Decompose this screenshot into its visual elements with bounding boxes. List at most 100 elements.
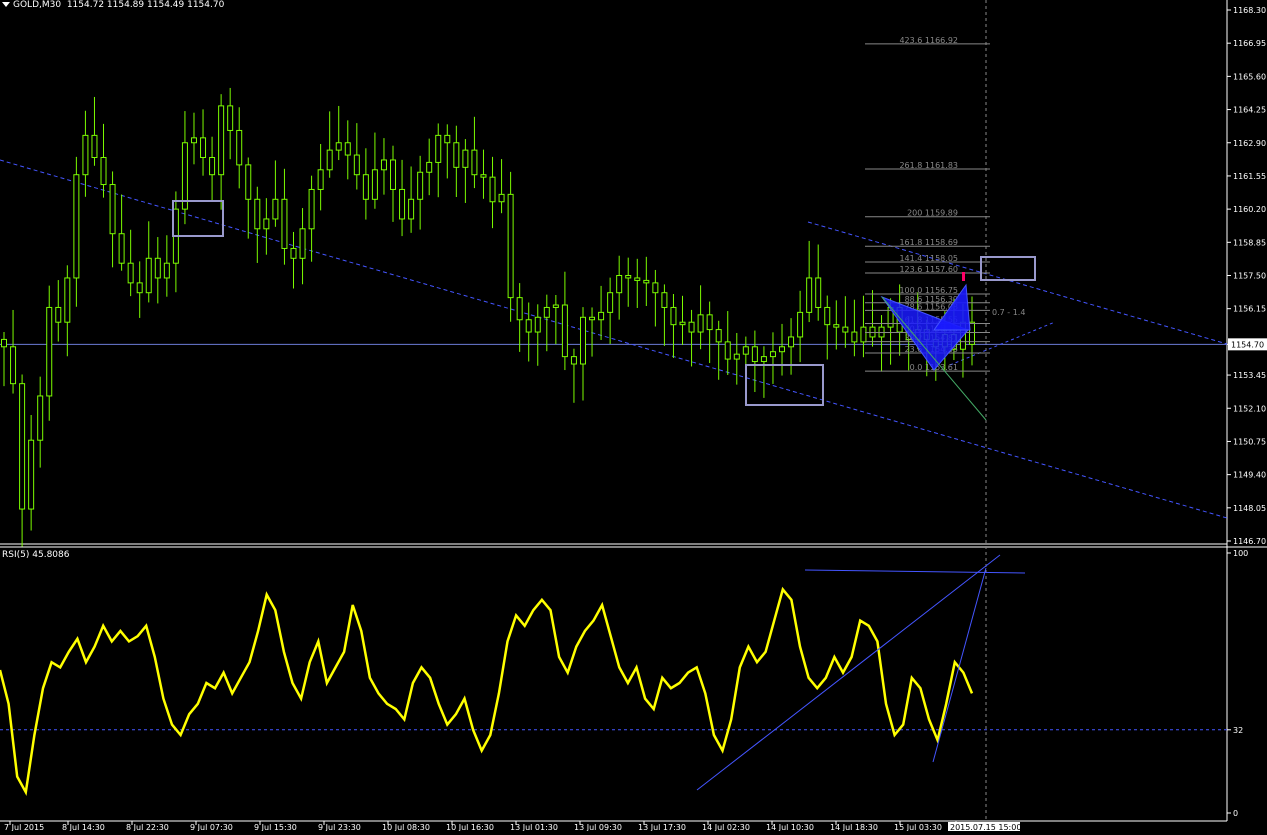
candle-body (679, 321, 686, 326)
candle-body (399, 188, 406, 220)
candle-body (64, 277, 71, 323)
rsi-line (0, 586, 974, 797)
candle-body (190, 137, 197, 144)
candle-body (344, 142, 351, 156)
rsi-tick-label: 32 (1233, 726, 1243, 735)
candle-body (163, 262, 170, 279)
chart-header: GOLD,M30 1154.72 1154.89 1154.49 1154.70 (2, 0, 224, 10)
price-tick-label: 1150.75 (1233, 437, 1266, 446)
rsi-horizontal-line (804, 569, 1026, 574)
current-price-label: 1154.70 (1231, 340, 1264, 349)
candle-body (706, 314, 713, 331)
rsi-tick-label: 100 (1233, 549, 1248, 558)
candle-body (670, 306, 677, 326)
candle-body (625, 275, 632, 279)
candle-body (200, 137, 207, 158)
candle-body (634, 277, 641, 281)
candle-body (426, 161, 433, 173)
candle-body (715, 329, 722, 343)
candle-body (860, 326, 867, 343)
fib-level-label: 161.8 1158.69 (899, 238, 958, 247)
candle-body (28, 439, 35, 510)
rsi-panel (0, 554, 1227, 797)
candle-body (779, 346, 786, 353)
time-tick-label: 14 Jul 10:30 (766, 823, 814, 831)
price-tick-label: 1165.60 (1233, 72, 1266, 81)
candle-body (209, 157, 216, 176)
candle-body (525, 319, 532, 333)
fib-level-label: 123.6 1157.60 (899, 265, 958, 274)
trendlines (0, 159, 1228, 519)
candle-body (380, 159, 387, 171)
candle-body (19, 383, 26, 510)
candle-body (254, 198, 261, 230)
candle-body (145, 257, 152, 294)
candle-body (543, 306, 550, 318)
candle-body (534, 316, 541, 333)
candle-body (688, 321, 695, 333)
price-tick-label: 1166.95 (1233, 39, 1266, 48)
rsi-steep-line (932, 567, 987, 763)
time-tick-label: 15 Jul 03:30 (894, 823, 942, 831)
candle-body (489, 176, 496, 203)
rsi-label: RSI(5) (2, 550, 30, 560)
candle-body (797, 311, 804, 338)
candle-body (552, 304, 559, 308)
fib-level-label: 141.4 1158.05 (899, 254, 958, 263)
candle-body (417, 171, 424, 200)
time-axis: 7 Jul 2015 8 Jul 14:30 8 Jul 22:30 9 Jul 07… (4, 821, 1021, 832)
candle-body (842, 326, 849, 333)
candle-body (308, 188, 315, 230)
candle-body (317, 169, 324, 190)
close-price: 1154.70 (187, 0, 225, 10)
time-tick-label: 7 Jul 2015 (4, 823, 44, 831)
time-tick-label: 10 Jul 08:30 (382, 823, 430, 831)
candle-body (73, 174, 80, 279)
fibonacci-object: 423.6 1166.92 261.8 1161.83 200 1159.89 161… (865, 36, 1025, 421)
price-tick-label: 1168.30 (1233, 6, 1266, 15)
candle-body (444, 134, 451, 144)
candle-body (1, 338, 7, 348)
candle-body (570, 356, 577, 365)
candle-body (227, 105, 234, 131)
candle-body (824, 306, 831, 326)
time-tick-label: 8 Jul 22:30 (126, 823, 169, 831)
price-tick-label: 1149.40 (1233, 471, 1266, 480)
candle-body (697, 314, 704, 333)
downtrend-line (0, 159, 1228, 519)
dropdown-triangle-icon[interactable] (2, 2, 10, 7)
chart-canvas[interactable]: 423.6 1166.92 261.8 1161.83 200 1159.89 161… (0, 0, 1267, 832)
candle-body (815, 277, 822, 308)
candle-body (82, 134, 89, 176)
time-tick-label: 9 Jul 07:30 (190, 823, 233, 831)
candle-body (37, 395, 44, 441)
candle-body (263, 218, 270, 230)
time-tick-label: 8 Jul 14:30 (62, 823, 105, 831)
price-tick-label: 1153.45 (1233, 371, 1266, 380)
annotation-box[interactable] (745, 364, 824, 406)
candle-body (661, 292, 668, 308)
candle-body (806, 277, 813, 313)
candle-body (616, 275, 623, 294)
candle-body (299, 228, 306, 259)
candle-body (724, 341, 731, 360)
rsi-header: RSI(5) 45.8086 (2, 550, 69, 560)
candle-body (91, 134, 98, 158)
candle-body (335, 142, 342, 151)
price-tick-label: 1162.90 (1233, 139, 1266, 148)
chart-window[interactable]: 423.6 1166.92 261.8 1161.83 200 1159.89 161… (0, 0, 1267, 832)
candle-body (643, 279, 650, 284)
candle-body (371, 169, 378, 200)
annotation-box[interactable] (980, 256, 1036, 281)
rsi-tick-label: 0 (1233, 809, 1238, 818)
candle-body (181, 142, 188, 210)
candle-body (353, 154, 360, 176)
annotation-box[interactable] (172, 200, 224, 237)
price-tick-label: 1161.55 (1233, 172, 1266, 181)
candle-body (851, 331, 858, 343)
high-price: 1154.89 (106, 0, 145, 10)
candle-body (561, 304, 568, 358)
time-tick-label: 13 Jul 09:30 (574, 823, 622, 831)
candle-body (55, 306, 62, 323)
candle-body (751, 346, 758, 363)
